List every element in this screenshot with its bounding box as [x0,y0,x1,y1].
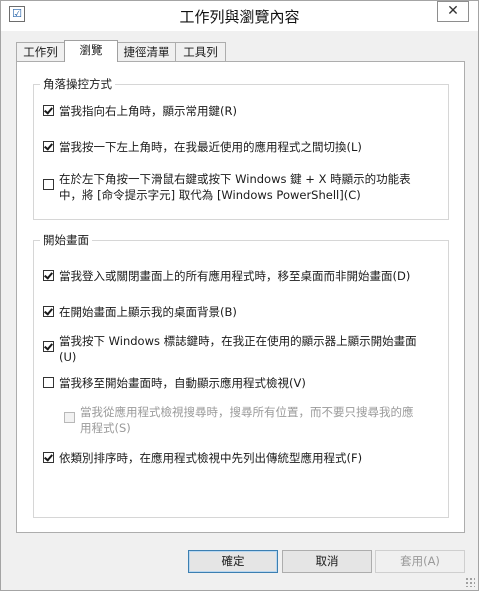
checkbox[interactable] [43,377,54,388]
apply-button[interactable]: 套用(A) [375,550,465,573]
option-start-on-display[interactable]: 當我按下 Windows 標誌鍵時，在我正在使用的顯示器上顯示開始畫面 (U) [43,334,448,366]
option-label-line2: 用程式(S) [80,421,131,435]
tab-page-navigation: 角落操控方式 當我指向右上角時，顯示常用鍵(R) 當我按一下左上角時，在我最近使… [16,61,465,533]
option-powershell[interactable]: 在於左下角按一下滑鼠右鍵或按下 Windows 鍵 + X 時顯示的功能表 中，… [43,172,448,204]
tab-navigation[interactable]: 瀏覽 [64,40,118,62]
option-label: 當我指向右上角時，顯示常用鍵(R) [59,104,237,118]
checkbox[interactable] [43,179,54,190]
cancel-button[interactable]: 取消 [282,550,372,573]
option-label: 在開始畫面上顯示我的桌面背景(B) [59,305,237,319]
dialog-window: ☑ 工作列與瀏覽內容 ✕ 工作列 瀏覽 捷徑清單 工具列 角落操控方式 當我指向… [0,0,479,591]
option-label-line1: 當我按下 Windows 標誌鍵時，在我正在使用的顯示器上顯示開始畫面 [59,334,417,348]
option-label: 當我登入或關閉畫面上的所有應用程式時，移至桌面而非開始畫面(D) [59,269,411,283]
option-label: 依類別排序時，在應用程式檢視中先列出傳統型應用程式(F) [59,451,363,465]
option-search-everywhere: 當我從應用程式檢視搜尋時，搜尋所有位置，而不要只搜尋我的應 用程式(S) [64,405,444,437]
checkbox[interactable] [43,341,54,352]
checkbox[interactable] [43,270,54,281]
group-title-corner: 角落操控方式 [40,76,115,92]
checkbox [64,412,75,423]
checkbox[interactable] [43,105,54,116]
tab-jump-lists[interactable]: 捷徑清單 [117,42,176,61]
tab-strip: 工作列 瀏覽 捷徑清單 工具列 [16,40,466,62]
checkbox[interactable] [43,141,54,152]
checkbox[interactable] [43,306,54,317]
option-label-line1: 當我從應用程式檢視搜尋時，搜尋所有位置，而不要只搜尋我的應 [80,405,414,419]
close-button[interactable]: ✕ [437,1,469,22]
window-title: 工作列與瀏覽內容 [179,8,300,26]
tab-taskbar[interactable]: 工作列 [16,42,65,61]
resize-grip-icon[interactable] [465,577,475,587]
option-label-line2: (U) [59,350,77,364]
tab-toolbars[interactable]: 工具列 [175,42,226,61]
checkbox[interactable] [43,452,54,463]
option-label-line2: 中，將 [命令提示字元] 取代為 [Windows PowerShell](C) [59,188,361,202]
option-label: 當我按一下左上角時，在我最近使用的應用程式之間切換(L) [59,140,362,154]
title-bar[interactable]: ☑ 工作列與瀏覽內容 ✕ [1,1,478,31]
ok-button[interactable]: 確定 [188,550,278,573]
option-label: 當我移至開始畫面時，自動顯示應用程式檢視(V) [59,376,306,390]
option-label-line1: 在於左下角按一下滑鼠右鍵或按下 Windows 鍵 + X 時顯示的功能表 [59,172,411,186]
group-title-start: 開始畫面 [40,232,92,248]
